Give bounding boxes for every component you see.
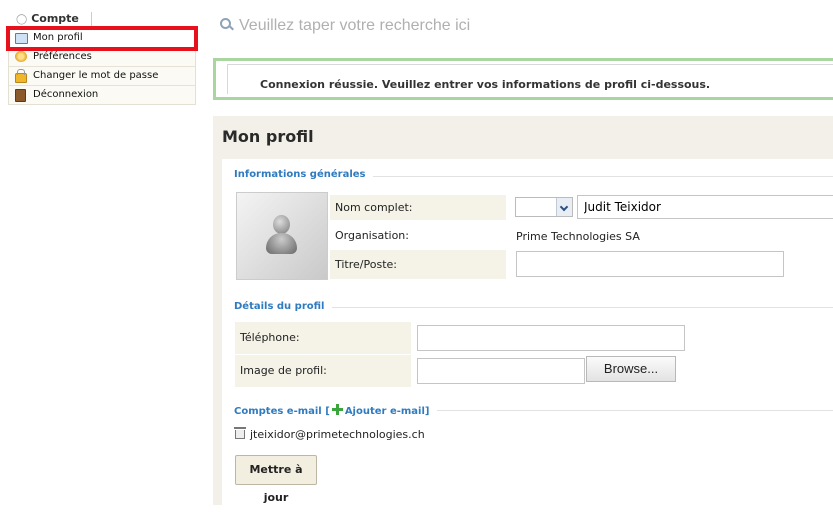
profile-card-icon (15, 33, 28, 44)
sidebar-item-preferences[interactable]: Préférences (9, 48, 195, 67)
bracket-open: [ (325, 406, 330, 417)
person-icon: ◯ (16, 14, 28, 25)
profile-panel: Mon profil Informations générales Nom co… (213, 116, 833, 505)
phone-field[interactable] (417, 325, 685, 351)
header-divider (91, 12, 92, 26)
email-accounts-label: Comptes e-mail (234, 406, 322, 417)
profile-image-label: Image de profil: (235, 355, 411, 387)
sidebar-item-logout[interactable]: Déconnexion (9, 86, 195, 104)
browse-button[interactable]: Browse... (586, 356, 676, 382)
sidebar-header-label: Compte (31, 12, 79, 25)
account-sidebar: ◯ Compte Mon profil Préférences Changer l… (6, 9, 198, 105)
sidebar-menu: Mon profil Préférences Changer le mot de… (6, 26, 198, 105)
add-icon[interactable] (331, 404, 343, 415)
profile-details-legend: Détails du profil (234, 301, 333, 312)
avatar (236, 192, 328, 280)
success-message-inner: Connexion réussie. Veuillez entrer vos i… (227, 64, 833, 94)
sidebar-item-mon-profil[interactable]: Mon profil (6, 26, 198, 51)
sidebar-item-label: Déconnexion (33, 89, 99, 100)
sidebar-item-label: Préférences (33, 51, 92, 62)
door-icon (15, 89, 26, 102)
chevron-down-icon (556, 198, 572, 216)
organisation-label: Organisation: (335, 229, 409, 242)
search-input[interactable] (237, 14, 801, 38)
profile-form: Informations générales Nom complet: Orga… (222, 159, 833, 505)
title-label: Titre/Poste: (330, 250, 506, 279)
preferences-icon (15, 51, 27, 62)
salutation-select[interactable] (515, 197, 573, 217)
avatar-body-icon (266, 233, 297, 254)
success-message: Connexion réussie. Veuillez entrer vos i… (213, 58, 833, 100)
email-accounts-legend: Comptes e-mail [ Ajouter e-mail] (234, 404, 438, 417)
search-bar (215, 12, 833, 40)
avatar-head-icon (273, 215, 290, 234)
full-name-field[interactable] (577, 195, 833, 219)
phone-label: Téléphone: (235, 322, 411, 354)
sidebar-item-label: Changer le mot de passe (33, 70, 159, 81)
organisation-value: Prime Technologies SA (516, 230, 640, 243)
add-email-link[interactable]: Ajouter e-mail (345, 406, 425, 417)
email-item: jteixidor@primetechnologies.ch (250, 428, 425, 441)
sidebar-item-label: Mon profil (33, 32, 83, 43)
trash-icon[interactable] (234, 427, 246, 439)
general-info-legend: Informations générales (234, 169, 374, 180)
full-name-label: Nom complet: (330, 195, 506, 220)
update-button[interactable]: Mettre à jour (235, 455, 317, 504)
sidebar-item-change-password[interactable]: Changer le mot de passe (9, 67, 195, 86)
search-icon[interactable] (220, 18, 231, 29)
success-message-text: Connexion réussie. Veuillez entrer vos i… (260, 78, 711, 91)
title-field[interactable] (516, 251, 784, 277)
page-title: Mon profil (222, 127, 314, 146)
profile-image-field[interactable] (417, 358, 585, 384)
lock-icon (15, 69, 27, 83)
bracket-close: ] (424, 406, 430, 417)
sidebar-header: ◯ Compte (8, 9, 196, 28)
